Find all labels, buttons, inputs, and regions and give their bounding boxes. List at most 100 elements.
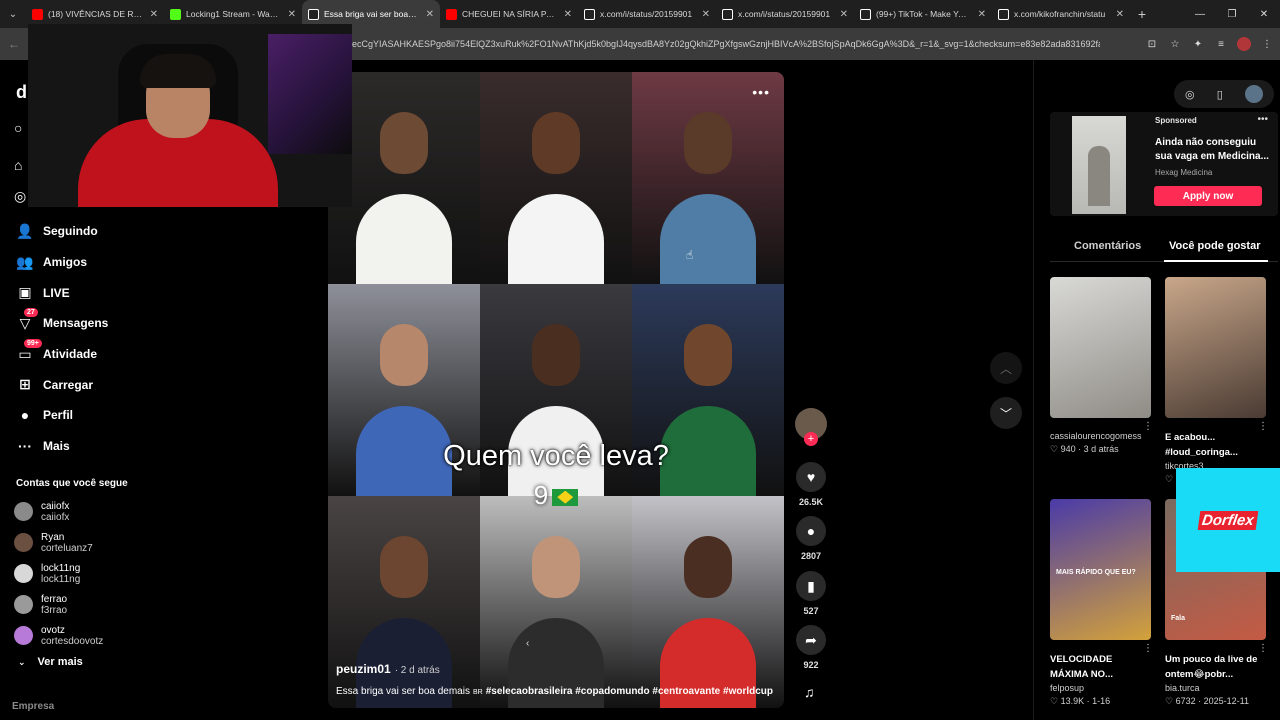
follow-plus-icon[interactable]: + — [804, 432, 818, 446]
like-action[interactable]: ♥ 26.5K — [794, 462, 828, 507]
following-section-title: Contas que você segue — [16, 478, 128, 489]
user-avatar[interactable] — [1244, 85, 1263, 103]
browser-tab[interactable]: x.com/i/status/20159901 ✕ — [716, 0, 854, 28]
top-right-controls: ◎ ▯ — [1174, 80, 1274, 108]
bookmark-icon[interactable]: ▮ — [796, 571, 826, 601]
tab-close-icon[interactable]: ✕ — [840, 9, 848, 20]
profile-avatar[interactable] — [1237, 37, 1251, 51]
apply-now-button[interactable]: Apply now — [1154, 186, 1262, 206]
suggested-video[interactable]: MAIS RÁPIDO QUE EU? ⋮ VELOCIDADE MÁXIMA NO… — [1050, 499, 1153, 707]
sidebar-item-label: Amigos — [43, 255, 88, 270]
video-player[interactable]: ••• Quem você leva? 9 ‹ peuzim01 · 2 d at… — [328, 72, 784, 708]
browser-tab[interactable]: (99+) TikTok - Make Your ✕ — [854, 0, 992, 28]
more-options-icon[interactable]: ⋮ — [1143, 643, 1153, 654]
caption-flag: BR — [472, 689, 483, 696]
ad-thumbnail[interactable] — [1072, 116, 1126, 214]
sidebar-item-live[interactable]: ▣ LIVE — [16, 277, 316, 308]
sidebar-item-perfil[interactable]: ● Perfil — [16, 400, 316, 431]
video-author[interactable]: peuzim01 · 2 d atrás — [336, 662, 440, 676]
tab-search-icon[interactable]: ⌄ — [0, 0, 26, 28]
new-tab-button[interactable]: + — [1130, 6, 1154, 22]
tab-close-icon[interactable]: ✕ — [288, 9, 296, 20]
music-disc-icon[interactable]: ♫ — [804, 684, 815, 700]
author-name: peuzim01 — [336, 662, 391, 676]
bookmark-star-icon[interactable]: ☆ — [1168, 37, 1182, 51]
tiktok-favicon-icon — [860, 8, 871, 20]
comment-action[interactable]: ● 2807 — [794, 516, 828, 561]
tab-you-may-like[interactable]: Você pode gostar — [1169, 240, 1260, 252]
tab-close-icon[interactable]: ✕ — [1116, 9, 1124, 20]
tab-title: (99+) TikTok - Make Your — [876, 9, 970, 19]
youtube-favicon-icon — [446, 8, 457, 20]
seek-handle-icon[interactable]: ‹ — [526, 638, 529, 649]
tab-comments[interactable]: Comentários — [1074, 240, 1141, 252]
browser-menu-icon[interactable]: ⋮ — [1260, 37, 1274, 51]
compass-icon[interactable]: ◎ — [1185, 88, 1195, 101]
close-window-icon[interactable]: ✕ — [1248, 0, 1280, 28]
more-options-icon[interactable]: ⋮ — [1258, 421, 1268, 432]
more-options-icon[interactable]: ••• — [752, 84, 770, 100]
tab-close-icon[interactable]: ✕ — [426, 9, 434, 20]
following-account[interactable]: caiiofx caiiofx — [14, 496, 214, 527]
overlay-number: 9 — [328, 480, 784, 511]
suggested-video[interactable]: ⋮ E acabou... #loud_coringa... tikcortes3 ♡ — [1165, 277, 1268, 485]
sidebar-item-amigos[interactable]: 👥 Amigos — [16, 247, 316, 278]
ad-title[interactable]: Ainda não conseguiu sua vaga em Medicina… — [1155, 136, 1275, 164]
suggested-thumbnail[interactable] — [1165, 277, 1266, 418]
sidebar-item-mais[interactable]: ··· Mais — [16, 431, 316, 462]
previous-video-button[interactable]: ︿ — [990, 352, 1022, 384]
suggested-thumbnail[interactable]: MAIS RÁPIDO QUE EU? — [1050, 499, 1151, 640]
tiktok-logo[interactable]: d — [16, 82, 27, 103]
suggested-video[interactable]: ⋮ cassialourencogomess ♡ 940 · 3 d atrás — [1050, 277, 1153, 455]
creator-avatar[interactable]: + — [795, 408, 827, 446]
following-account[interactable]: ferrao f3rrao — [14, 589, 214, 620]
sidebar-item-label: LIVE — [43, 285, 70, 300]
sponsored-ad[interactable]: Sponsored ••• Ainda não conseguiu sua va… — [1050, 112, 1278, 216]
sidebar-item-carregar[interactable]: ⊞ Carregar — [16, 369, 316, 400]
suggested-title: VELOCIDADE MÁXIMA NO... — [1050, 654, 1113, 680]
tab-close-icon[interactable]: ✕ — [702, 9, 710, 20]
following-account[interactable]: Ryan corteluanz7 — [14, 527, 214, 558]
browser-tab[interactable]: CHEGUEI NA SÍRIA PAÍS D ✕ — [440, 0, 578, 28]
browser-tab[interactable]: x.com/i/status/20159901 ✕ — [578, 0, 716, 28]
tab-close-icon[interactable]: ✕ — [978, 9, 986, 20]
device-icon[interactable]: ▯ — [1217, 88, 1223, 101]
share-action[interactable]: ➦ 922 — [794, 625, 828, 670]
tab-title: (18) VIVÊNCIAS DE RUA - — [48, 9, 142, 19]
restore-icon[interactable]: ❐ — [1216, 0, 1248, 28]
tab-title: Essa briga vai ser boa dem — [324, 9, 418, 19]
more-options-icon[interactable]: ⋮ — [1258, 643, 1268, 654]
install-app-icon[interactable]: ⊡ — [1145, 37, 1159, 51]
footer-company-link[interactable]: Empresa — [12, 701, 54, 712]
media-control-icon[interactable]: ≡ — [1214, 37, 1228, 51]
next-video-button[interactable]: ﹀ — [990, 397, 1022, 429]
following-account[interactable]: lock11ng lock11ng — [14, 558, 214, 589]
caption-hashtags[interactable]: #selecaobrasileira #copadomundo #centroa… — [486, 686, 773, 697]
tab-title: Locking1 Stream - Watch — [186, 9, 280, 19]
extensions-icon[interactable]: ✦ — [1191, 37, 1205, 51]
tab-close-icon[interactable]: ✕ — [564, 9, 572, 20]
thumb-overlay-text: Fala — [1171, 615, 1186, 622]
comment-icon[interactable]: ● — [796, 516, 826, 546]
player-shirt — [660, 194, 756, 284]
see-more-button[interactable]: ⌄ Ver mais — [18, 656, 83, 668]
account-name: caiiofx — [41, 500, 70, 512]
more-options-icon[interactable]: ⋮ — [1143, 421, 1153, 432]
share-icon[interactable]: ➦ — [796, 625, 826, 655]
back-icon[interactable]: ← — [8, 37, 20, 51]
save-action[interactable]: ▮ 527 — [794, 571, 828, 616]
browser-tab[interactable]: x.com/kikofranchin/statu ✕ — [992, 0, 1130, 28]
sidebar-item-mensagens[interactable]: ▽ 27 Mensagens — [16, 308, 316, 339]
sidebar-item-seguindo[interactable]: 👤 Seguindo — [16, 216, 316, 247]
following-account[interactable]: ovotz cortesdoovotz — [14, 620, 214, 651]
ad-brand: Hexag Medicina — [1155, 168, 1213, 177]
url-field[interactable]: ecCgYIASAHKAESPgo8ii754ElQZ3xuRuk%2FO1Nv… — [352, 39, 1100, 49]
sidebar-item-atividade[interactable]: ▭ 99+ Atividade — [16, 338, 316, 370]
heart-icon[interactable]: ♥ — [796, 462, 826, 492]
ad-options-icon[interactable]: ••• — [1257, 114, 1268, 125]
tab-close-icon[interactable]: ✕ — [150, 9, 158, 20]
minimize-icon[interactable]: — — [1184, 0, 1216, 28]
sidebar-item-label: Perfil — [43, 408, 74, 423]
live-icon: ▣ — [18, 284, 32, 301]
suggested-thumbnail[interactable] — [1050, 277, 1151, 418]
